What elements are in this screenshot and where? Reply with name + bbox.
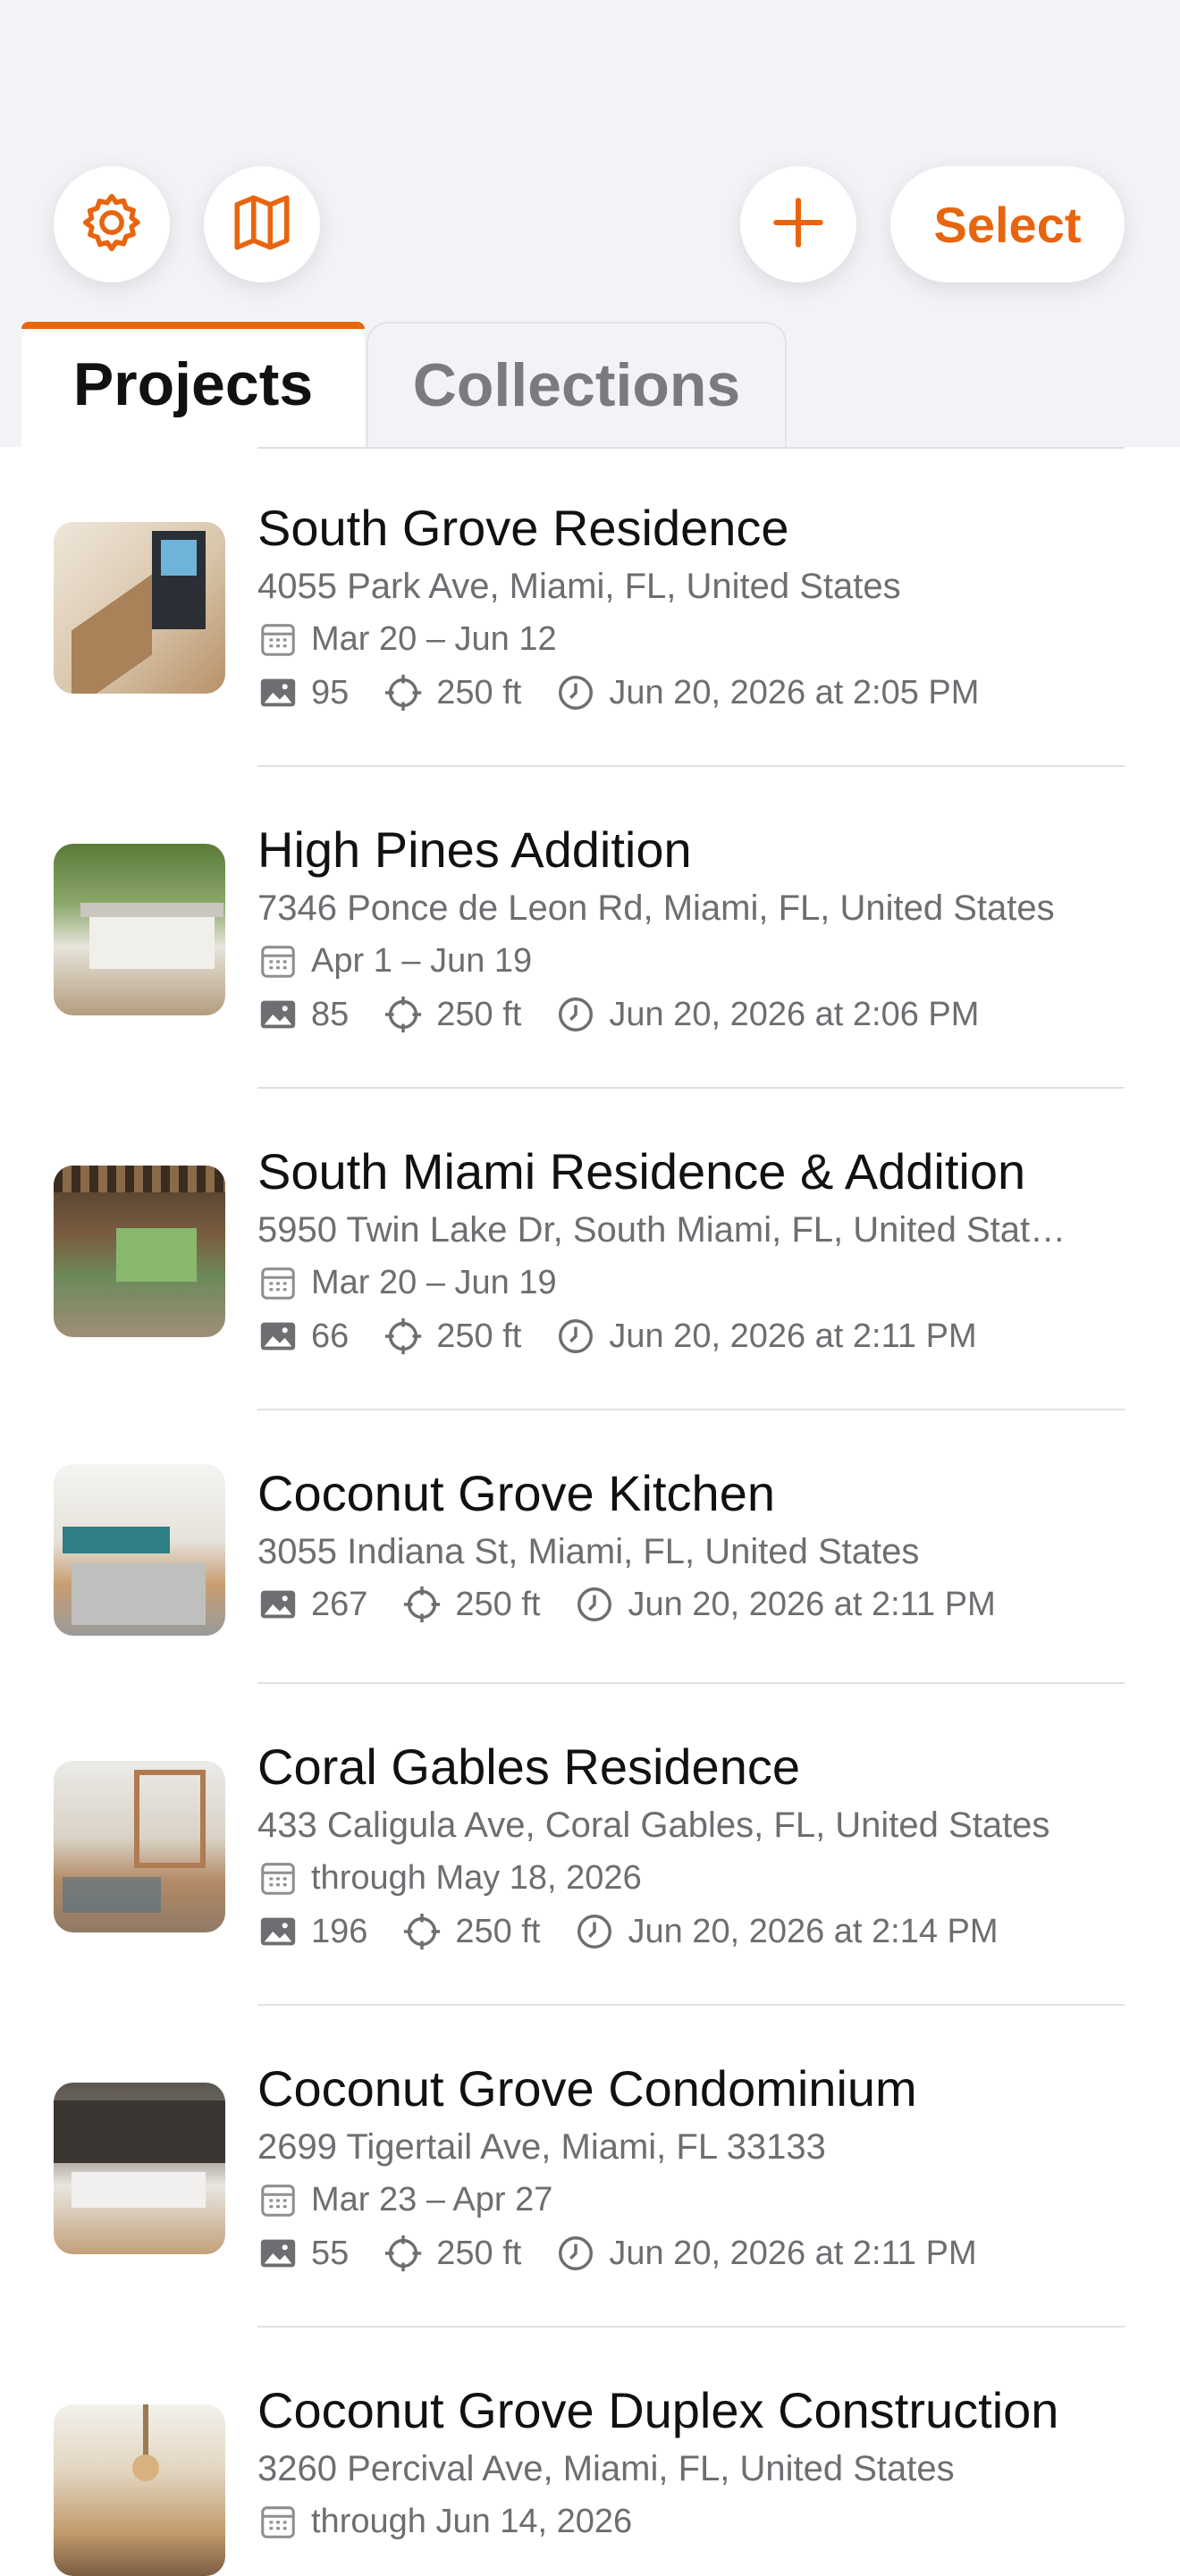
project-thumbnail [54,1761,225,1932]
project-title: Coconut Grove Duplex Construction [257,2382,1059,2438]
project-stats: 196 250 ft Jun 20, 2026 at 2:14 PM [257,1911,999,1952]
photo-count: 267 [311,1585,368,1623]
project-thumbnail [54,2083,225,2254]
list-divider [257,447,1125,449]
project-address: 2699 Tigertail Ave, Miami, FL 33133 [257,2127,826,2167]
map-button[interactable] [204,166,320,282]
tab-collections[interactable]: Collections [367,322,787,447]
add-project-button[interactable] [740,166,856,282]
project-thumbnail [54,844,225,1015]
clock-icon [555,2233,596,2274]
location-crosshair-icon [401,1584,442,1625]
calendar-icon [257,1262,299,1303]
project-address: 7346 Ponce de Leon Rd, Miami, FL, United… [257,888,1055,928]
tab-projects-label: Projects [72,350,314,418]
clock-icon [574,1584,615,1625]
project-list[interactable]: South Grove Residence 4055 Park Ave, Mia… [0,447,1180,2576]
updated-time: Jun 20, 2026 at 2:11 PM [609,2234,977,2272]
photo-count: 85 [311,995,350,1033]
location-crosshair-icon [383,2233,424,2274]
location-crosshair-icon [383,672,424,713]
project-address: 433 Caligula Ave, Coral Gables, FL, Unit… [257,1806,1050,1845]
location-crosshair-icon [383,994,424,1035]
map-icon [229,189,295,260]
project-dates: through Jun 14, 2026 [257,2501,632,2542]
tab-projects[interactable]: Projects [21,322,365,447]
list-divider [257,2004,1125,2006]
photo-count: 66 [311,1317,350,1355]
distance: 250 ft [436,673,522,711]
calendar-icon [257,2179,299,2220]
updated-time: Jun 20, 2026 at 2:11 PM [609,1317,977,1355]
project-address: 3055 Indiana St, Miami, FL, United State… [257,1532,920,1571]
updated-time: Jun 20, 2026 at 2:05 PM [609,673,980,711]
list-divider [257,2326,1125,2328]
distance: 250 ft [436,1317,522,1355]
location-crosshair-icon [401,1911,442,1952]
settings-button[interactable] [54,166,170,282]
project-stats: 95 250 ft Jun 20, 2026 at 2:05 PM [257,672,979,713]
project-stats: 55 250 ft Jun 20, 2026 at 2:11 PM [257,2233,977,2274]
list-divider [257,1682,1125,1684]
clock-icon [555,1316,596,1357]
gear-icon [79,189,145,260]
project-address: 3260 Percival Ave, Miami, FL, United Sta… [257,2449,955,2488]
project-thumbnail [54,522,225,694]
distance: 250 ft [455,1585,541,1623]
plus-icon [769,193,828,257]
photo-count: 196 [311,1912,368,1950]
photo-count: 95 [311,673,350,711]
project-dates: through May 18, 2026 [257,1857,642,1898]
updated-time: Jun 20, 2026 at 2:14 PM [628,1912,999,1950]
distance: 250 ft [436,995,522,1033]
project-title: Coconut Grove Kitchen [257,1465,775,1521]
list-divider [257,1409,1125,1410]
project-thumbnail [54,1464,225,1636]
location-crosshair-icon [383,1316,424,1357]
clock-icon [555,994,596,1035]
project-title: High Pines Addition [257,821,692,878]
clock-icon [574,1911,615,1952]
photo-icon [257,672,299,713]
photo-icon [257,1911,299,1952]
project-stats: 66 250 ft Jun 20, 2026 at 2:11 PM [257,1316,977,1357]
photo-icon [257,2233,299,2274]
project-title: South Miami Residence & Addition [257,1143,1026,1200]
project-title: South Grove Residence [257,500,789,556]
calendar-icon [257,2501,299,2542]
photo-count: 55 [311,2234,350,2272]
clock-icon [555,672,596,713]
updated-time: Jun 20, 2026 at 2:11 PM [628,1585,996,1623]
photo-icon [257,994,299,1035]
photo-icon [257,1316,299,1357]
project-address: 4055 Park Ave, Miami, FL, United States [257,567,901,606]
project-stats: 267 250 ft Jun 20, 2026 at 2:11 PM [257,1584,996,1625]
tab-collections-label: Collections [412,351,741,419]
project-dates: Mar 20 – Jun 12 [257,619,557,660]
select-button[interactable]: Select [890,166,1125,282]
project-dates: Mar 23 – Apr 27 [257,2179,552,2220]
project-title: Coconut Grove Condominium [257,2060,917,2117]
active-tab-indicator [21,322,365,329]
photo-icon [257,1584,299,1625]
calendar-icon [257,940,299,981]
project-dates: Apr 1 – Jun 19 [257,940,532,981]
calendar-icon [257,619,299,660]
distance: 250 ft [436,2234,522,2272]
list-divider [257,1087,1125,1089]
top-area: Select Projects Collections [0,0,1180,447]
project-address: 5950 Twin Lake Dr, South Miami, FL, Unit… [257,1210,1066,1250]
project-thumbnail [54,1166,225,1337]
project-title: Coral Gables Residence [257,1738,800,1795]
calendar-icon [257,1857,299,1898]
project-thumbnail [54,2404,225,2576]
distance: 250 ft [455,1912,541,1950]
list-divider [257,765,1125,767]
project-dates: Mar 20 – Jun 19 [257,1262,557,1303]
updated-time: Jun 20, 2026 at 2:06 PM [609,995,980,1033]
project-stats: 85 250 ft Jun 20, 2026 at 2:06 PM [257,994,979,1035]
